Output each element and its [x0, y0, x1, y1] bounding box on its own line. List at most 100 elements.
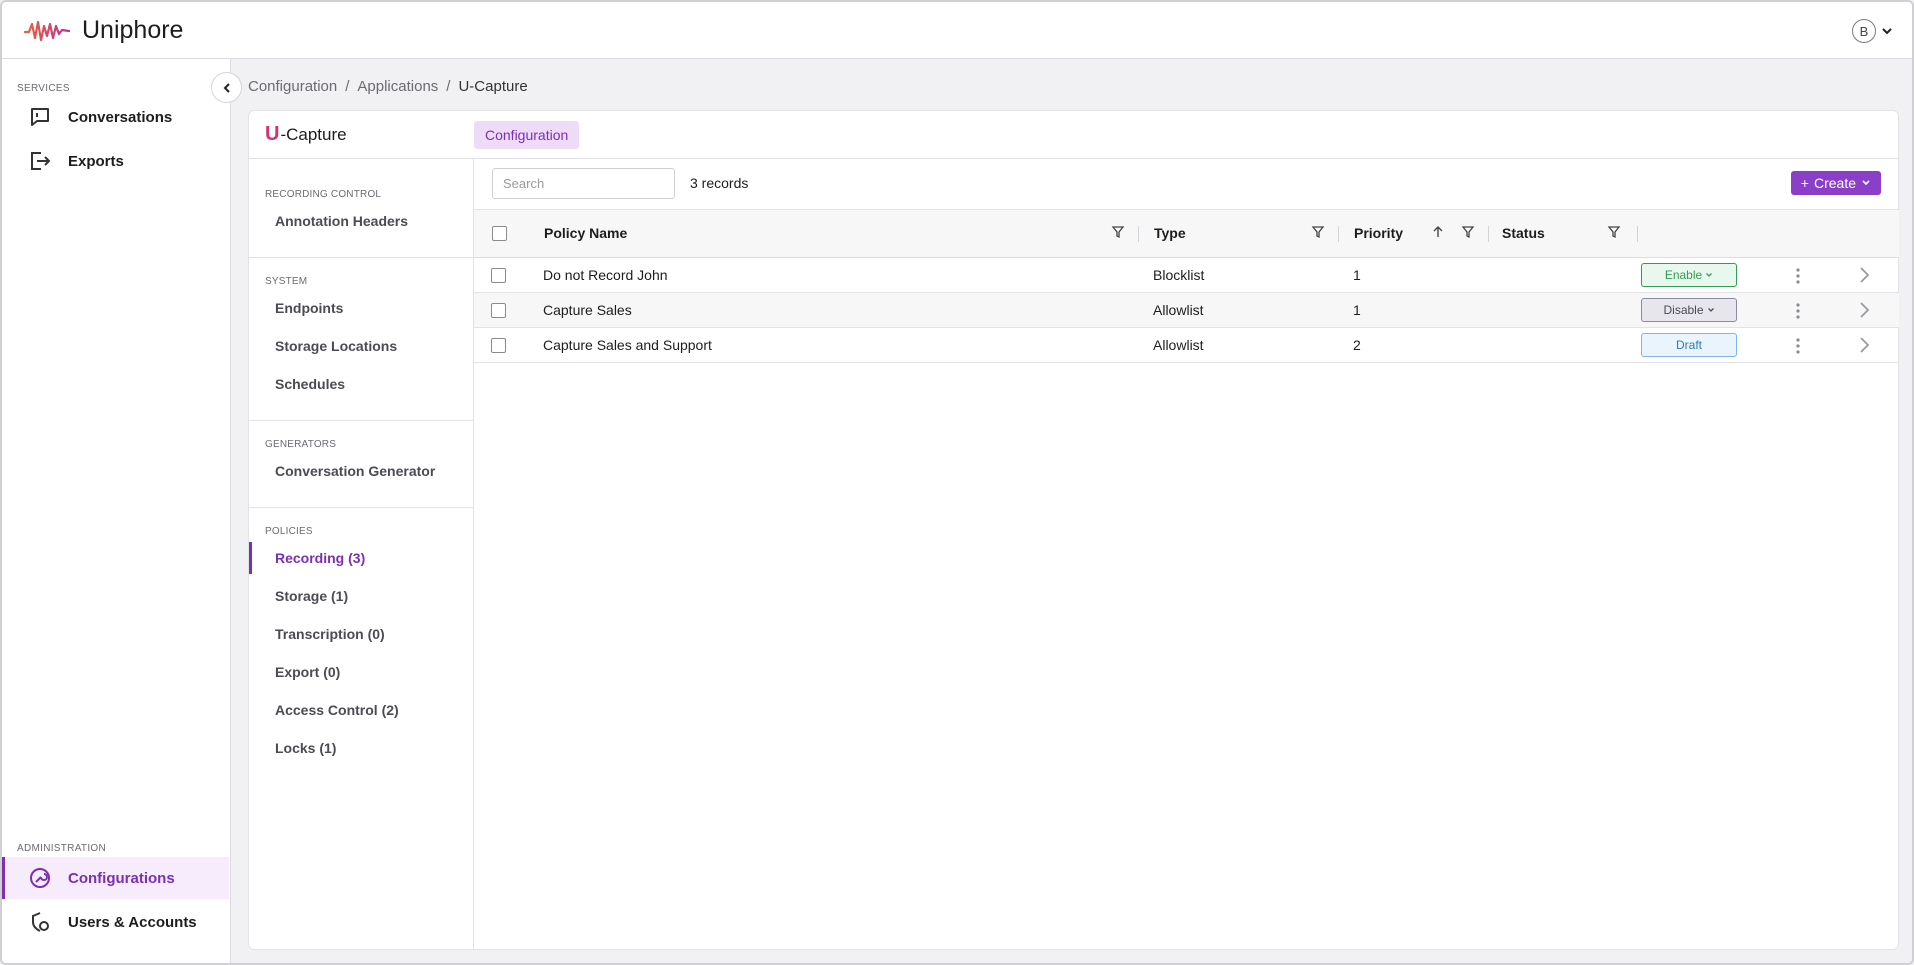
column-header-status[interactable]: Status — [1502, 225, 1545, 241]
chevron-down-icon — [1862, 180, 1870, 186]
row-checkbox[interactable] — [491, 338, 506, 353]
search-input[interactable] — [492, 168, 675, 199]
app-window: Uniphore B SERVICES Conversations Export… — [0, 0, 1914, 965]
menu-item-schedules[interactable]: Schedules — [249, 368, 473, 400]
divider — [249, 420, 473, 421]
more-options-icon[interactable] — [1795, 337, 1801, 355]
sidebar-item-label: Configurations — [68, 869, 175, 887]
table-row[interactable]: Capture Sales Allowlist 1 Disable — [474, 293, 1899, 328]
sort-ascending-icon[interactable] — [1431, 225, 1445, 239]
filter-icon[interactable] — [1111, 225, 1125, 239]
u-capture-logo: U — [265, 123, 280, 145]
chevron-down-icon — [1707, 308, 1714, 312]
policy-name: Capture Sales and Support — [543, 337, 712, 353]
shield-user-icon — [28, 910, 52, 934]
sidebar-item-exports[interactable]: Exports — [2, 140, 229, 182]
policy-priority: 1 — [1353, 302, 1361, 318]
section-system: SYSTEM — [265, 276, 308, 287]
filter-icon[interactable] — [1607, 225, 1621, 239]
more-options-icon[interactable] — [1795, 302, 1801, 320]
section-generators: GENERATORS — [265, 439, 337, 450]
sidebar-item-label: Users & Accounts — [68, 913, 197, 931]
create-button[interactable]: + Create — [1790, 171, 1881, 195]
column-separator — [1338, 226, 1339, 242]
column-header-type[interactable]: Type — [1154, 225, 1186, 241]
policy-type: Allowlist — [1153, 302, 1204, 318]
breadcrumb-current: U-Capture — [458, 78, 528, 95]
export-icon — [28, 149, 52, 173]
chevron-right-icon[interactable] — [1858, 301, 1870, 319]
menu-item-access-control[interactable]: Access Control (2) — [249, 694, 473, 726]
avatar[interactable]: B — [1852, 19, 1876, 43]
column-header-priority[interactable]: Priority — [1354, 225, 1403, 241]
breadcrumb-link-configuration[interactable]: Configuration — [248, 78, 337, 95]
policies-table: Policy Name Type Priority Status Do not … — [474, 209, 1899, 363]
sidebar-item-users-accounts[interactable]: Users & Accounts — [2, 901, 229, 943]
menu-item-locks[interactable]: Locks (1) — [249, 732, 473, 764]
user-menu[interactable]: B — [1852, 19, 1894, 43]
menu-item-storage[interactable]: Storage (1) — [249, 580, 473, 612]
menu-item-annotation-headers[interactable]: Annotation Headers — [249, 205, 473, 237]
brand-name: Uniphore — [82, 16, 184, 44]
menu-item-storage-locations[interactable]: Storage Locations — [249, 330, 473, 362]
table-toolbar: 3 records + Create — [474, 159, 1899, 209]
sidebar-item-label: Conversations — [68, 108, 173, 126]
top-bar: Uniphore B — [2, 2, 1912, 59]
status-dropdown[interactable]: Enable — [1641, 263, 1737, 287]
policy-name: Do not Record John — [543, 267, 668, 283]
more-options-icon[interactable] — [1795, 267, 1801, 285]
status-badge: Enable — [1664, 268, 1703, 282]
sidebar-item-configurations[interactable]: Configurations — [2, 857, 229, 899]
select-all-checkbox[interactable] — [492, 226, 507, 241]
table-header: Policy Name Type Priority Status — [474, 209, 1899, 258]
breadcrumb-separator: / — [446, 78, 451, 95]
menu-item-recording[interactable]: Recording (3) — [249, 542, 473, 574]
records-count: 3 records — [690, 175, 749, 191]
tab-configuration[interactable]: Configuration — [474, 121, 580, 149]
chevron-down-icon[interactable] — [1880, 24, 1894, 38]
card-header: U -Capture Configuration — [249, 111, 1898, 159]
chat-icon — [28, 105, 52, 129]
status-dropdown[interactable]: Disable — [1641, 298, 1737, 322]
menu-item-transcription[interactable]: Transcription (0) — [249, 618, 473, 650]
row-checkbox[interactable] — [491, 303, 506, 318]
policy-type: Blocklist — [1153, 267, 1205, 283]
sidebar-item-conversations[interactable]: Conversations — [2, 96, 229, 138]
sidebar-item-label: Exports — [68, 152, 124, 170]
chevron-right-icon[interactable] — [1858, 336, 1870, 354]
column-separator — [1488, 226, 1489, 242]
chevron-right-icon[interactable] — [1858, 266, 1870, 284]
status-badge-draft[interactable]: Draft — [1641, 333, 1737, 357]
breadcrumb: Configuration / Applications / U-Capture — [248, 78, 528, 95]
collapse-sidebar-button[interactable] — [211, 72, 242, 103]
sidebar: SERVICES Conversations Exports ADMINISTR… — [2, 59, 231, 963]
column-header-policy-name[interactable]: Policy Name — [544, 225, 627, 241]
filter-icon[interactable] — [1461, 225, 1475, 239]
uniphore-logo[interactable]: Uniphore — [24, 16, 183, 45]
main-card: U -Capture Configuration RECORDING CONTR… — [248, 110, 1899, 950]
create-button-label: Create — [1813, 175, 1856, 191]
divider — [249, 257, 473, 258]
table-row[interactable]: Capture Sales and Support Allowlist 2 Dr… — [474, 328, 1899, 363]
app-title-text: -Capture — [280, 124, 347, 144]
filter-icon[interactable] — [1311, 225, 1325, 239]
row-checkbox[interactable] — [491, 268, 506, 283]
section-recording-control: RECORDING CONTROL — [265, 189, 382, 200]
chevron-down-icon — [1706, 273, 1713, 277]
plus-icon: + — [1800, 175, 1809, 191]
divider — [249, 507, 473, 508]
policy-priority: 1 — [1353, 267, 1361, 283]
inner-menu: RECORDING CONTROL Annotation Headers SYS… — [249, 159, 474, 949]
chevron-left-icon — [223, 82, 230, 93]
policy-type: Allowlist — [1153, 337, 1204, 353]
status-badge: Draft — [1675, 338, 1702, 352]
column-separator — [1138, 226, 1139, 242]
breadcrumb-link-applications[interactable]: Applications — [357, 78, 438, 95]
menu-item-export[interactable]: Export (0) — [249, 656, 473, 688]
menu-item-endpoints[interactable]: Endpoints — [249, 292, 473, 324]
table-row[interactable]: Do not Record John Blocklist 1 Enable — [474, 258, 1899, 293]
waveform-logo-icon — [24, 20, 70, 41]
app-title: U -Capture — [265, 123, 347, 146]
wrench-icon — [28, 866, 52, 890]
menu-item-conversation-generator[interactable]: Conversation Generator — [249, 455, 473, 487]
